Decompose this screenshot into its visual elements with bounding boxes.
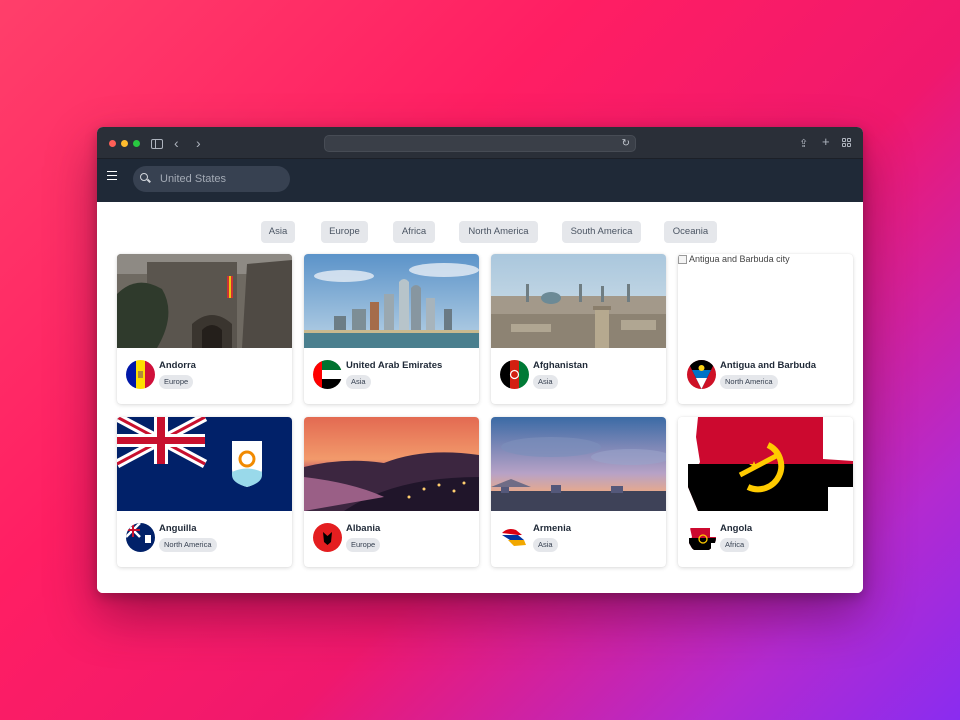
- filter-chip-south-america[interactable]: South America: [562, 221, 641, 243]
- back-arrow-icon[interactable]: ‹: [174, 135, 179, 151]
- address-bar[interactable]: ↻: [324, 135, 636, 152]
- country-card-albania[interactable]: Albania Europe: [304, 417, 479, 567]
- country-photo: [678, 417, 853, 511]
- filter-chip-europe[interactable]: Europe: [321, 221, 368, 243]
- angola-flag-icon: [687, 523, 716, 552]
- country-card-angola[interactable]: Angola Africa: [678, 417, 853, 567]
- search-box[interactable]: [133, 166, 290, 192]
- region-badge: Europe: [346, 538, 381, 552]
- country-card-armenia[interactable]: Armenia Asia: [491, 417, 666, 567]
- country-photo: [304, 254, 479, 348]
- country-photo: [491, 254, 666, 348]
- country-name: United Arab Emirates: [346, 360, 443, 371]
- country-photo: [117, 254, 292, 348]
- region-badge: Africa: [720, 538, 750, 552]
- maximize-window-button[interactable]: [133, 140, 140, 147]
- browser-titlebar: ‹ › ↻ ⇪ +: [97, 127, 863, 159]
- country-name: Afghanistan: [533, 360, 588, 371]
- region-badge: Europe: [159, 375, 194, 389]
- country-card-anguilla[interactable]: Anguilla North America: [117, 417, 292, 567]
- filter-chip-north-america[interactable]: North America: [459, 221, 538, 243]
- app-header: [97, 159, 863, 202]
- image-alt-text: Antigua and Barbuda city: [689, 254, 790, 264]
- country-name: Antigua and Barbuda: [720, 360, 817, 371]
- region-badge: North America: [720, 375, 778, 389]
- main-content: Asia Europe Africa North America South A…: [97, 202, 863, 593]
- anguilla-flag-icon: [126, 523, 155, 552]
- filter-chip-africa[interactable]: Africa: [393, 221, 435, 243]
- browser-window: ‹ › ↻ ⇪ + Asia Europe Africa North Ameri…: [97, 127, 863, 593]
- search-icon: [140, 173, 148, 181]
- region-filter-bar: Asia Europe Africa North America South A…: [97, 221, 863, 243]
- forward-arrow-icon[interactable]: ›: [196, 135, 201, 151]
- country-photo: [491, 417, 666, 511]
- reload-icon[interactable]: ↻: [622, 136, 630, 151]
- country-name: Armenia: [533, 523, 572, 534]
- country-photo-broken: Antigua and Barbuda city: [678, 254, 853, 348]
- country-name: Andorra: [159, 360, 196, 371]
- armenia-flag-icon: [500, 523, 529, 552]
- country-name: Angola: [720, 523, 753, 534]
- country-photo: [304, 417, 479, 511]
- region-badge: North America: [159, 538, 217, 552]
- country-card-antigua-and-barbuda[interactable]: Antigua and Barbuda city Antigua and Bar…: [678, 254, 853, 404]
- new-tab-icon[interactable]: +: [822, 134, 830, 150]
- country-name: Anguilla: [159, 523, 197, 534]
- country-photo: [117, 417, 292, 511]
- minimize-window-button[interactable]: [121, 140, 128, 147]
- close-window-button[interactable]: [109, 140, 116, 147]
- sidebar-toggle-icon[interactable]: [151, 139, 163, 149]
- afghanistan-flag-icon: [500, 360, 529, 389]
- filter-chip-asia[interactable]: Asia: [261, 221, 295, 243]
- country-card-afghanistan[interactable]: Afghanistan Asia: [491, 254, 666, 404]
- search-input[interactable]: [160, 166, 286, 192]
- country-card-andorra[interactable]: Andorra Europe: [117, 254, 292, 404]
- tab-overview-icon[interactable]: [842, 138, 852, 148]
- country-card-united-arab-emirates[interactable]: United Arab Emirates Asia: [304, 254, 479, 404]
- andorra-flag-icon: [126, 360, 155, 389]
- albania-flag-icon: [313, 523, 342, 552]
- share-icon[interactable]: ⇪: [799, 136, 808, 152]
- country-name: Albania: [346, 523, 381, 534]
- region-badge: Asia: [533, 538, 558, 552]
- antigua-and-barbuda-flag-icon: [687, 360, 716, 389]
- region-badge: Asia: [346, 375, 371, 389]
- filter-chip-oceania[interactable]: Oceania: [664, 221, 717, 243]
- hamburger-menu-icon[interactable]: [107, 171, 117, 182]
- region-badge: Asia: [533, 375, 558, 389]
- uae-flag-icon: [313, 360, 342, 389]
